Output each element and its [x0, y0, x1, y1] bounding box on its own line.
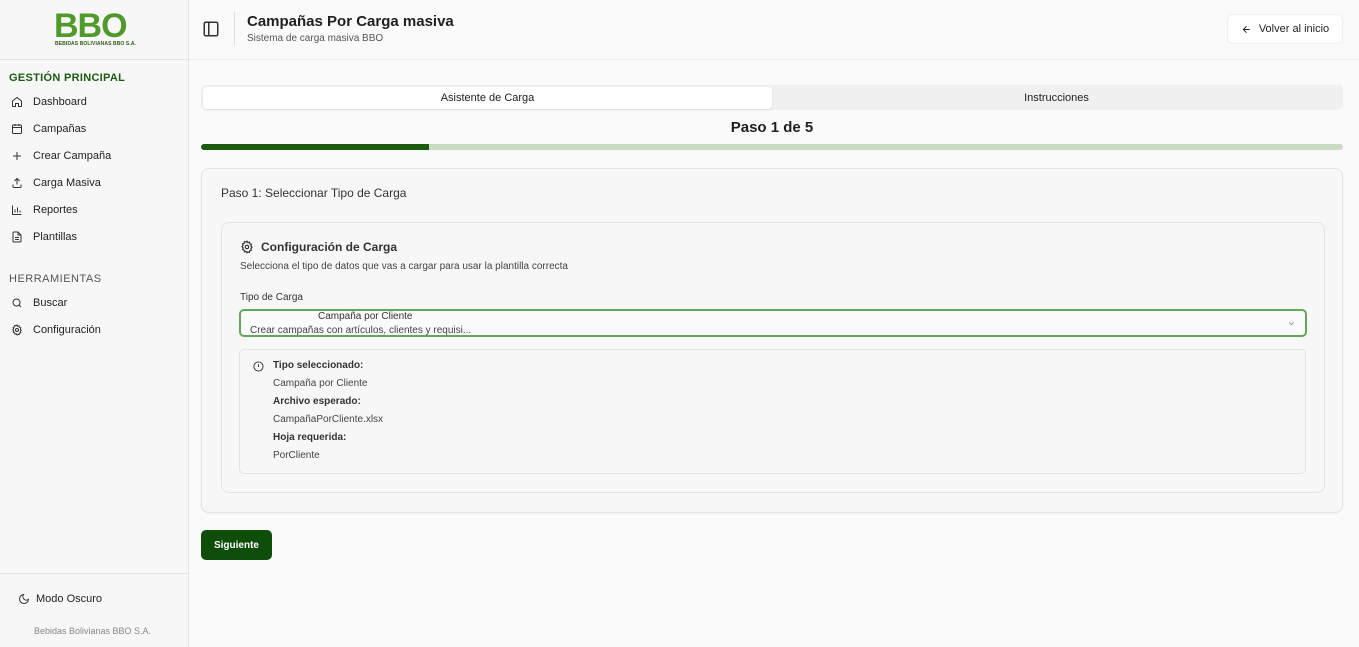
brand-logo[interactable]: BBO BEBIDAS BOLIVIANAS BBO S.A.	[54, 7, 136, 49]
step-card: Paso 1: Seleccionar Tipo de Carga Config…	[201, 168, 1343, 513]
info-sheet-label: Hoja requerida:	[273, 432, 347, 443]
arrow-left-icon	[1242, 25, 1250, 33]
search-icon	[12, 298, 22, 308]
sidebar-item-search[interactable]: Buscar	[11, 293, 67, 313]
document-icon	[12, 231, 22, 243]
sidebar-item-label: Crear Campaña	[33, 150, 112, 162]
config-title: Configuración de Carga	[240, 240, 397, 254]
logo-subtext: BEBIDAS BOLIVIANAS BBO S.A.	[55, 41, 137, 47]
config-card: Configuración de Carga Selecciona el tip…	[221, 222, 1325, 493]
calendar-icon	[12, 124, 22, 134]
page-subtitle: Sistema de carga masiva BBO	[247, 33, 384, 44]
sidebar-item-create-campaign[interactable]: Crear Campaña	[11, 146, 111, 166]
gear-icon	[12, 324, 22, 336]
sidebar-item-label: Campañas	[33, 123, 87, 135]
sidebar-item-campaigns[interactable]: Campañas	[11, 119, 86, 139]
info-type-label: Tipo seleccionado:	[273, 360, 364, 371]
back-button-label: Volver al inicio	[1258, 23, 1330, 35]
tab-upload-wizard[interactable]: Asistente de Carga	[203, 87, 772, 109]
dark-mode-toggle[interactable]: Modo Oscuro	[18, 590, 102, 608]
section-title-main: GESTIÓN PRINCIPAL	[9, 72, 126, 84]
footer-company: Bebidas Bolivianas BBO S.A.	[34, 626, 152, 636]
sidebar-item-reports[interactable]: Reportes	[11, 200, 78, 220]
chevron-down-icon	[1288, 322, 1295, 326]
divider	[0, 573, 188, 574]
info-icon	[253, 361, 264, 372]
tab-instructions[interactable]: Instrucciones	[772, 87, 1341, 109]
sidebar-item-label: Plantillas	[33, 231, 78, 243]
step-card-title: Paso 1: Seleccionar Tipo de Carga	[221, 186, 407, 200]
upload-type-select[interactable]: Campaña por Cliente Crear campañas con a…	[239, 309, 1307, 337]
sidebar-item-label: Dashboard	[33, 96, 87, 108]
sidebar-item-label: Configuración	[33, 324, 101, 336]
progress-bar	[201, 144, 1343, 150]
config-description: Selecciona el tipo de datos que vas a ca…	[240, 261, 568, 272]
sidebar-item-templates[interactable]: Plantillas	[11, 227, 77, 247]
upload-icon	[12, 177, 22, 188]
info-sheet-value: PorCliente	[273, 450, 320, 461]
bar-chart-icon	[12, 205, 22, 215]
logo-text: BBO	[54, 7, 128, 45]
home-icon	[12, 96, 22, 107]
select-value: Campaña por Cliente	[318, 311, 413, 322]
header-separator	[234, 12, 235, 45]
info-file-label: Archivo esperado:	[273, 396, 361, 407]
plus-icon	[13, 152, 21, 160]
divider	[0, 59, 188, 60]
sidebar-item-bulk-upload[interactable]: Carga Masiva	[11, 173, 101, 193]
next-button[interactable]: Siguiente	[201, 530, 272, 560]
sidebar-item-label: Reportes	[33, 204, 78, 216]
step-indicator: Paso 1 de 5	[730, 119, 814, 136]
sidebar-toggle-icon[interactable]	[202, 20, 220, 38]
gear-icon	[241, 240, 253, 254]
section-title-tools: HERRAMIENTAS	[9, 273, 102, 285]
sidebar-item-dashboard[interactable]: Dashboard	[11, 92, 87, 112]
select-description: Crear campañas con artículos, clientes y…	[250, 325, 472, 336]
page-header: Campañas Por Carga masiva Sistema de car…	[189, 0, 1359, 60]
dark-mode-label: Modo Oscuro	[36, 593, 103, 605]
sidebar-item-label: Buscar	[33, 297, 68, 309]
info-type-value: Campaña por Cliente	[273, 378, 368, 389]
page-title: Campañas Por Carga masiva	[247, 13, 454, 30]
sidebar: BBO BEBIDAS BOLIVIANAS BBO S.A. GESTIÓN …	[0, 0, 189, 647]
upload-type-label: Tipo de Carga	[240, 292, 303, 303]
tabs: Asistente de Carga Instrucciones	[201, 85, 1343, 110]
back-to-home-button[interactable]: Volver al inicio	[1227, 14, 1343, 44]
moon-icon	[19, 593, 30, 604]
sidebar-item-label: Carga Masiva	[33, 177, 101, 189]
info-file-value: CampañaPorCliente.xlsx	[273, 414, 384, 425]
sidebar-item-settings[interactable]: Configuración	[11, 320, 101, 340]
selection-info-box: Tipo seleccionado: Campaña por Cliente A…	[239, 349, 1306, 474]
progress-fill	[201, 144, 430, 150]
config-title-text: Configuración de Carga	[261, 240, 398, 254]
